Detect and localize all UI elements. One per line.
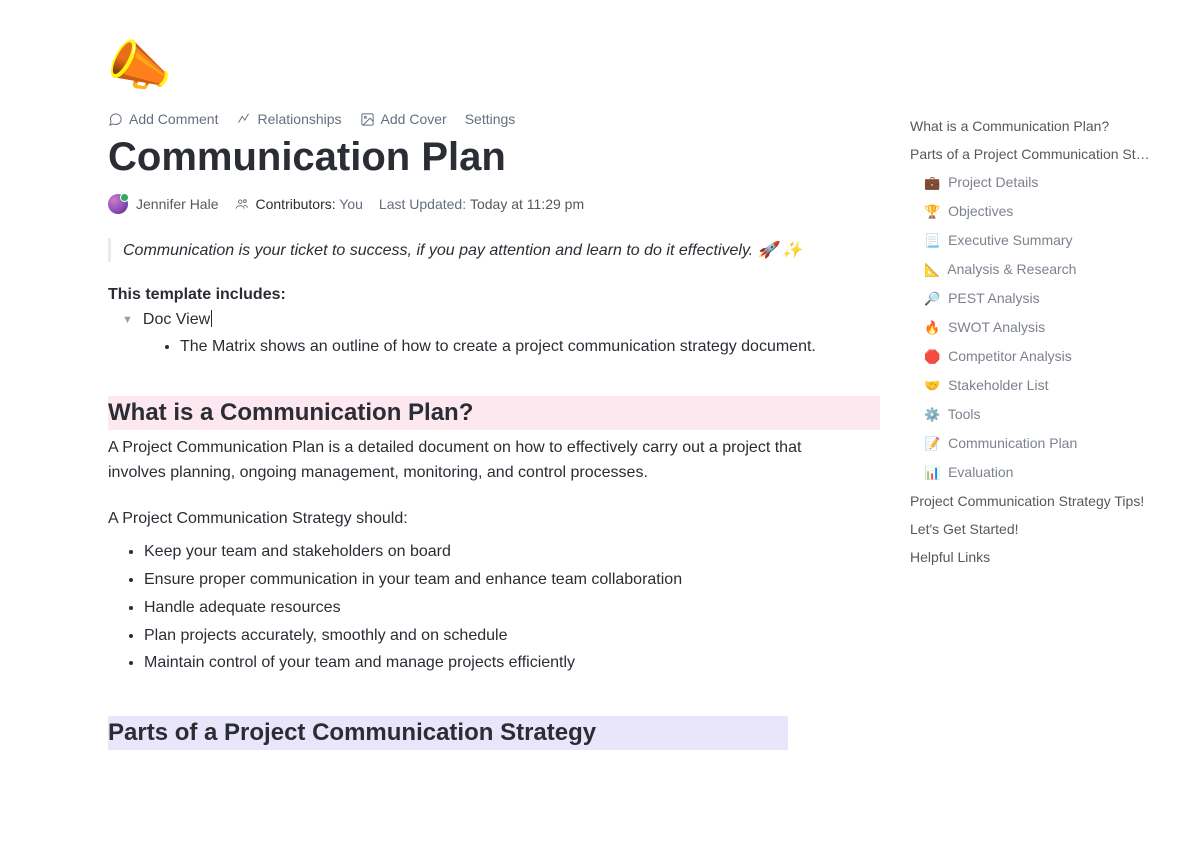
- author-name: Jennifer Hale: [136, 196, 219, 212]
- toc-link[interactable]: Project Communication Strategy Tips!: [910, 487, 1180, 515]
- page-title[interactable]: Communication Plan: [108, 135, 880, 180]
- toc-link[interactable]: What is a Communication Plan?: [910, 112, 1180, 140]
- toc-sublink[interactable]: 🏆 Objectives: [910, 197, 1180, 226]
- doc-author[interactable]: Jennifer Hale: [108, 194, 219, 214]
- list-item[interactable]: Plan projects accurately, smoothly and o…: [144, 624, 880, 649]
- avatar: [108, 194, 128, 214]
- relationships-button[interactable]: Relationships: [236, 111, 341, 127]
- toc-sublink[interactable]: 📐 Analysis & Research: [910, 255, 1180, 284]
- toc-emoji-icon: 🤝: [924, 378, 940, 393]
- toc-sublink[interactable]: 📊 Evaluation: [910, 458, 1180, 487]
- doc-contributors[interactable]: Contributors: You: [235, 196, 363, 212]
- add-comment-label: Add Comment: [129, 111, 218, 127]
- doc-last-updated[interactable]: Last Updated: Today at 11:29 pm: [379, 196, 584, 212]
- doc-meta: Jennifer Hale Contributors: You Last Upd…: [108, 194, 880, 214]
- megaphone-icon: 📣: [105, 33, 176, 100]
- add-comment-button[interactable]: Add Comment: [108, 111, 218, 127]
- list-item[interactable]: Ensure proper communication in your team…: [144, 568, 880, 593]
- add-cover-label: Add Cover: [381, 111, 447, 127]
- last-updated-label: Last Updated:: [379, 196, 466, 212]
- toc-emoji-icon: 🏆: [924, 204, 940, 219]
- toc-emoji-icon: 🔎: [924, 291, 940, 306]
- list-item[interactable]: Maintain control of your team and manage…: [144, 651, 880, 676]
- toc-sublink[interactable]: 🔎 PEST Analysis: [910, 284, 1180, 313]
- section-heading-what-is[interactable]: What is a Communication Plan?: [108, 396, 880, 430]
- image-icon: [360, 112, 375, 127]
- contributors-value: You: [339, 196, 363, 212]
- toc-sublink[interactable]: 💼 Project Details: [910, 168, 1180, 197]
- toc-sublink[interactable]: ⚙️ Tools: [910, 400, 1180, 429]
- toc-sublink[interactable]: 📝 Communication Plan: [910, 429, 1180, 458]
- template-includes-heading[interactable]: This template includes:: [108, 286, 880, 304]
- relationships-label: Relationships: [257, 111, 341, 127]
- doc-view-toggle[interactable]: ▼ Doc View: [108, 310, 880, 329]
- doc-toolbar: Add Comment Relationships Add Cover Sett…: [108, 111, 880, 127]
- toc-emoji-icon: 💼: [924, 175, 940, 190]
- toc-sublink[interactable]: 📃 Executive Summary: [910, 226, 1180, 255]
- settings-label: Settings: [465, 111, 516, 127]
- list-item[interactable]: Handle adequate resources: [144, 596, 880, 621]
- doc-view-label: Doc View: [143, 310, 212, 329]
- toc-emoji-icon: 📝: [924, 436, 940, 451]
- list-item[interactable]: The Matrix shows an outline of how to cr…: [180, 335, 880, 360]
- toc-emoji-icon: ⚙️: [924, 407, 940, 422]
- toc-emoji-icon: 🔥: [924, 320, 940, 335]
- settings-button[interactable]: Settings: [465, 111, 516, 127]
- main-content: 📣 Add Comment Relationships Add Cover Se…: [0, 0, 910, 845]
- strategy-should-list: Keep your team and stakeholders on board…: [108, 540, 880, 676]
- toc-link[interactable]: Helpful Links: [910, 543, 1180, 571]
- table-of-contents: What is a Communication Plan? Parts of a…: [910, 0, 1200, 845]
- people-icon: [235, 197, 249, 211]
- list-item[interactable]: Keep your team and stakeholders on board: [144, 540, 880, 565]
- toc-emoji-icon: 📊: [924, 465, 940, 480]
- relationships-icon: [236, 112, 251, 127]
- toc-emoji-icon: 📃: [924, 233, 940, 248]
- section1-para2[interactable]: A Project Communication Strategy should:: [108, 507, 848, 532]
- toc-emoji-icon: 🛑: [924, 349, 940, 364]
- toc-sublink[interactable]: 🔥 SWOT Analysis: [910, 313, 1180, 342]
- section1-para1[interactable]: A Project Communication Plan is a detail…: [108, 436, 848, 486]
- contributors-label: Contributors:: [256, 196, 336, 212]
- quote-block[interactable]: Communication is your ticket to success,…: [108, 238, 880, 262]
- last-updated-value: Today at 11:29 pm: [470, 196, 584, 212]
- toc-sublink[interactable]: 🤝 Stakeholder List: [910, 371, 1180, 400]
- toc-emoji-icon: 📐: [924, 262, 940, 277]
- toc-link[interactable]: Let's Get Started!: [910, 515, 1180, 543]
- add-cover-button[interactable]: Add Cover: [360, 111, 447, 127]
- toc-sublink[interactable]: 🛑 Competitor Analysis: [910, 342, 1180, 371]
- toc-link[interactable]: Parts of a Project Communication St…: [910, 140, 1168, 168]
- comment-icon: [108, 112, 123, 127]
- section-heading-parts[interactable]: Parts of a Project Communication Strateg…: [108, 716, 788, 750]
- caret-down-icon: ▼: [122, 314, 133, 326]
- includes-list: The Matrix shows an outline of how to cr…: [108, 335, 880, 360]
